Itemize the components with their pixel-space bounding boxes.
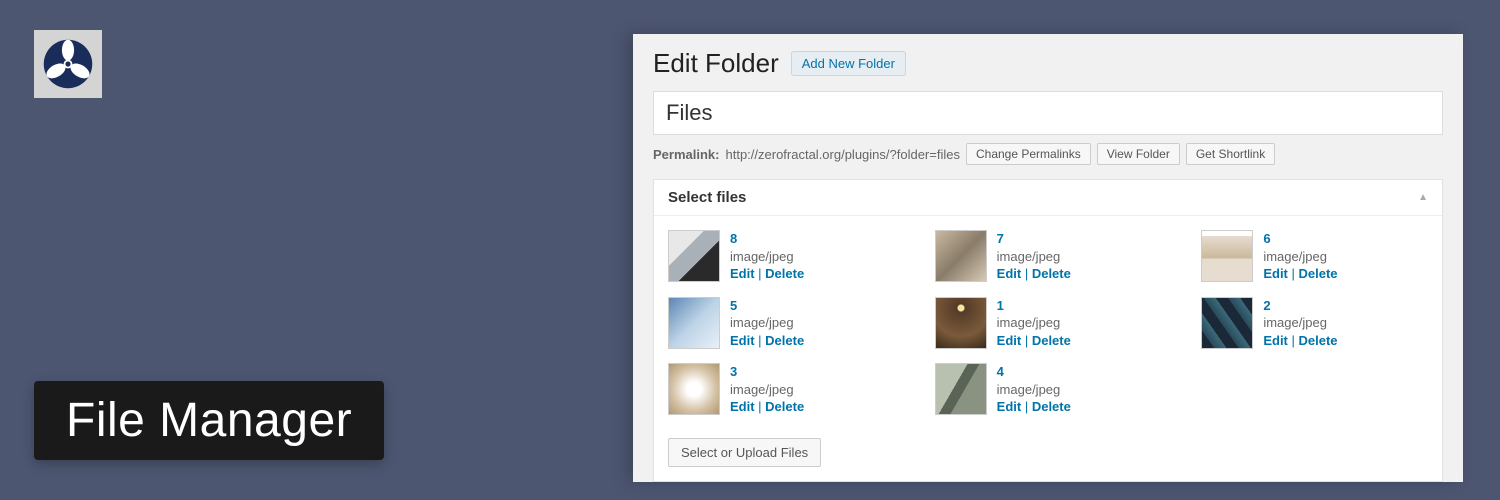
file-thumbnail[interactable] — [668, 230, 720, 282]
collapse-toggle-icon[interactable]: ▲ — [1418, 192, 1428, 203]
delete-link[interactable]: Delete — [1032, 333, 1071, 348]
file-item: 4image/jpegEdit | Delete — [935, 363, 1162, 416]
file-mime: image/jpeg — [1263, 314, 1337, 332]
edit-link[interactable]: Edit — [1263, 333, 1288, 348]
propeller-icon — [42, 38, 94, 90]
edit-link[interactable]: Edit — [997, 399, 1022, 414]
file-actions: Edit | Delete — [730, 265, 804, 283]
file-id-link[interactable]: 4 — [997, 363, 1071, 381]
file-actions: Edit | Delete — [997, 265, 1071, 283]
edit-link[interactable]: Edit — [730, 266, 755, 281]
file-thumbnail[interactable] — [1201, 297, 1253, 349]
separator: | — [1288, 333, 1299, 348]
file-actions: Edit | Delete — [1263, 265, 1337, 283]
wp-admin-panel: Edit Folder Add New Folder Files Permali… — [633, 34, 1463, 482]
file-actions: Edit | Delete — [730, 332, 804, 350]
edit-link[interactable]: Edit — [1263, 266, 1288, 281]
file-thumbnail[interactable] — [935, 363, 987, 415]
delete-link[interactable]: Delete — [765, 333, 804, 348]
file-actions: Edit | Delete — [1263, 332, 1337, 350]
separator: | — [755, 266, 766, 281]
select-upload-button[interactable]: Select or Upload Files — [668, 438, 821, 467]
file-item: 6image/jpegEdit | Delete — [1201, 230, 1428, 283]
view-folder-button[interactable]: View Folder — [1097, 143, 1180, 165]
file-grid: 8image/jpegEdit | Delete7image/jpegEdit … — [654, 216, 1442, 430]
file-meta: 3image/jpegEdit | Delete — [730, 363, 804, 416]
separator: | — [1288, 266, 1299, 281]
file-item: 5image/jpegEdit | Delete — [668, 297, 895, 350]
file-meta: 1image/jpegEdit | Delete — [997, 297, 1071, 350]
file-thumbnail[interactable] — [935, 297, 987, 349]
metabox-title: Select files — [668, 189, 746, 206]
delete-link[interactable]: Delete — [765, 266, 804, 281]
file-mime: image/jpeg — [997, 314, 1071, 332]
file-actions: Edit | Delete — [997, 398, 1071, 416]
delete-link[interactable]: Delete — [1032, 266, 1071, 281]
permalink-row: Permalink: http://zerofractal.org/plugin… — [653, 143, 1443, 165]
add-new-folder-button[interactable]: Add New Folder — [791, 51, 906, 76]
file-mime: image/jpeg — [997, 381, 1071, 399]
file-item: 2image/jpegEdit | Delete — [1201, 297, 1428, 350]
file-mime: image/jpeg — [1263, 248, 1337, 266]
permalink-url: http://zerofractal.org/plugins/?folder=f… — [725, 147, 960, 162]
file-mime: image/jpeg — [730, 248, 804, 266]
file-actions: Edit | Delete — [730, 398, 804, 416]
file-id-link[interactable]: 2 — [1263, 297, 1337, 315]
file-id-link[interactable]: 7 — [997, 230, 1071, 248]
file-meta: 5image/jpegEdit | Delete — [730, 297, 804, 350]
select-files-metabox: Select files ▲ 8image/jpegEdit | Delete7… — [653, 179, 1443, 482]
metabox-header[interactable]: Select files ▲ — [654, 180, 1442, 216]
edit-link[interactable]: Edit — [730, 399, 755, 414]
file-thumbnail[interactable] — [935, 230, 987, 282]
delete-link[interactable]: Delete — [1299, 266, 1338, 281]
file-meta: 4image/jpegEdit | Delete — [997, 363, 1071, 416]
file-thumbnail[interactable] — [668, 297, 720, 349]
file-actions: Edit | Delete — [997, 332, 1071, 350]
file-meta: 2image/jpegEdit | Delete — [1263, 297, 1337, 350]
file-id-link[interactable]: 8 — [730, 230, 804, 248]
separator: | — [755, 333, 766, 348]
separator: | — [755, 399, 766, 414]
edit-link[interactable]: Edit — [997, 266, 1022, 281]
file-item: 3image/jpegEdit | Delete — [668, 363, 895, 416]
file-id-link[interactable]: 3 — [730, 363, 804, 381]
folder-title-input[interactable]: Files — [653, 91, 1443, 135]
file-id-link[interactable]: 6 — [1263, 230, 1337, 248]
file-meta: 6image/jpegEdit | Delete — [1263, 230, 1337, 283]
file-thumbnail[interactable] — [1201, 230, 1253, 282]
file-meta: 7image/jpegEdit | Delete — [997, 230, 1071, 283]
file-id-link[interactable]: 5 — [730, 297, 804, 315]
plugin-logo — [34, 30, 102, 98]
separator: | — [1021, 333, 1032, 348]
page-heading: Edit Folder — [653, 48, 779, 79]
delete-link[interactable]: Delete — [1032, 399, 1071, 414]
file-mime: image/jpeg — [730, 381, 804, 399]
banner-title: File Manager — [34, 381, 384, 460]
page-header: Edit Folder Add New Folder — [633, 34, 1463, 87]
file-mime: image/jpeg — [730, 314, 804, 332]
file-id-link[interactable]: 1 — [997, 297, 1071, 315]
get-shortlink-button[interactable]: Get Shortlink — [1186, 143, 1275, 165]
file-meta: 8image/jpegEdit | Delete — [730, 230, 804, 283]
change-permalinks-button[interactable]: Change Permalinks — [966, 143, 1091, 165]
separator: | — [1021, 399, 1032, 414]
permalink-label: Permalink: — [653, 147, 719, 162]
edit-link[interactable]: Edit — [730, 333, 755, 348]
file-thumbnail[interactable] — [668, 363, 720, 415]
file-item: 8image/jpegEdit | Delete — [668, 230, 895, 283]
file-item: 1image/jpegEdit | Delete — [935, 297, 1162, 350]
edit-link[interactable]: Edit — [997, 333, 1022, 348]
delete-link[interactable]: Delete — [765, 399, 804, 414]
delete-link[interactable]: Delete — [1299, 333, 1338, 348]
separator: | — [1021, 266, 1032, 281]
file-mime: image/jpeg — [997, 248, 1071, 266]
file-item: 7image/jpegEdit | Delete — [935, 230, 1162, 283]
